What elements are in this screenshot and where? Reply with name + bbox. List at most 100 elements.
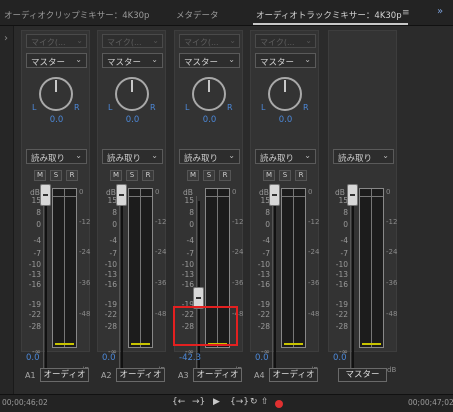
active-tab-indicator — [253, 23, 408, 25]
meter-scale-tick: 0 — [79, 188, 84, 196]
master-level-meter — [359, 188, 384, 348]
chevron-down-icon: ⌄ — [305, 36, 312, 45]
fader-scale-tick: 0 — [343, 220, 348, 229]
input-select[interactable]: マイク(... ⌄ — [255, 34, 316, 48]
pan-knob[interactable] — [268, 77, 302, 111]
track-id: A4 — [254, 371, 265, 380]
meter-scale-tick: -12 — [308, 218, 320, 226]
volume-value[interactable]: 0.0 — [255, 353, 269, 363]
fader-scale-tick: -4 — [33, 236, 41, 245]
current-timecode[interactable]: 00;00;46;02 — [2, 398, 48, 407]
volume-value[interactable]: 0.0 — [26, 353, 40, 363]
meter-scale-tick: -48 — [386, 310, 398, 318]
meter-scale-tick: 0 — [155, 188, 160, 196]
solo-button[interactable]: S — [50, 170, 62, 181]
track-name[interactable]: オーディオ — [116, 368, 165, 382]
pan-knob[interactable] — [39, 77, 73, 111]
volume-fader[interactable] — [40, 184, 51, 206]
mute-button[interactable]: M — [34, 170, 46, 181]
record-enable-button[interactable]: R — [66, 170, 78, 181]
meter-scale: 0 -12 -24 -36 -48 — [155, 188, 169, 364]
solo-button[interactable]: S — [126, 170, 138, 181]
channel-strip: マイク(... ⌄ マスター ⌄ L R 0.0 読み取り ⌄ M S R dB 15… — [250, 30, 320, 382]
export-icon[interactable]: ⇧ — [261, 397, 269, 407]
record-enable-button[interactable]: R — [219, 170, 231, 181]
automation-select[interactable]: 読み取り ⌄ — [179, 149, 240, 164]
volume-fader[interactable] — [116, 184, 127, 206]
pan-left-label: L — [32, 103, 37, 112]
output-select[interactable]: マスター ⌄ — [102, 53, 163, 68]
output-select[interactable]: マスター ⌄ — [179, 53, 240, 68]
meter-scale-tick: 0 — [386, 188, 391, 196]
fader-scale-tick: 8 — [189, 208, 194, 217]
record-enable-button[interactable]: R — [142, 170, 154, 181]
volume-fader[interactable] — [269, 184, 280, 206]
level-meter — [281, 188, 306, 348]
meter-scale-tick: -48 — [155, 310, 167, 318]
solo-button[interactable]: S — [203, 170, 215, 181]
output-select[interactable]: マスター ⌄ — [255, 53, 316, 68]
solo-button[interactable]: S — [279, 170, 291, 181]
master-track-name[interactable]: マスター — [338, 368, 387, 382]
pan-right-label: R — [74, 103, 80, 112]
mute-button[interactable]: M — [110, 170, 122, 181]
tab-audio-clip-mixer[interactable]: オーディオクリップミキサー：4K30p — [4, 9, 149, 21]
tab-audio-track-mixer[interactable]: オーディオトラックミキサー：4K30p — [256, 9, 402, 21]
mute-button[interactable]: M — [187, 170, 199, 181]
master-automation-select[interactable]: 読み取り ⌄ — [333, 149, 394, 164]
automation-select[interactable]: 読み取り ⌄ — [26, 149, 87, 164]
panel-tab-bar: オーディオクリップミキサー：4K30p メタデータ オーディオトラックミキサー：… — [0, 0, 453, 26]
go-to-in-button[interactable]: {← — [172, 397, 185, 407]
fader-scale-tick: 8 — [265, 208, 270, 217]
loop-button[interactable]: ↻ — [250, 397, 258, 407]
tab-metadata[interactable]: メタデータ — [176, 9, 219, 21]
master-volume-value[interactable]: 0.0 — [333, 353, 347, 363]
fader-scale-tick: -7 — [340, 249, 348, 258]
automation-select[interactable]: 読み取り ⌄ — [102, 149, 163, 164]
input-select[interactable]: マイク(... ⌄ — [26, 34, 87, 48]
fader-scale-tick: -22 — [335, 310, 348, 319]
meter-scale-tick: -48 — [308, 310, 320, 318]
master-volume-fader[interactable] — [347, 184, 358, 206]
automation-label: 読み取り — [107, 154, 142, 164]
track-name[interactable]: オーディオ — [193, 368, 242, 382]
expand-panels-icon[interactable]: » — [437, 6, 443, 17]
mute-button[interactable]: M — [263, 170, 275, 181]
fader-scale-tick: -10 — [335, 260, 348, 269]
play-in-to-out-button[interactable]: {→} — [230, 397, 249, 407]
fader-scale: 15 8 0 -4 -7 -10 -13 -16 -19 -22 -28 -∞ — [255, 196, 271, 372]
pan-value[interactable]: 0.0 — [251, 115, 320, 125]
pan-value[interactable]: 0.0 — [98, 115, 167, 125]
volume-value[interactable]: -42.3 — [179, 353, 201, 363]
input-label: マイク(... — [107, 38, 142, 47]
go-to-out-button[interactable]: →} — [192, 397, 205, 407]
output-select[interactable]: マスター ⌄ — [26, 53, 87, 68]
pan-value[interactable]: 0.0 — [22, 115, 91, 125]
chevron-down-icon: ⌄ — [151, 151, 158, 160]
chevron-down-icon: ⌄ — [75, 151, 82, 160]
input-select[interactable]: マイク(... ⌄ — [102, 34, 163, 48]
automation-select[interactable]: 読み取り ⌄ — [255, 149, 316, 164]
pan-value[interactable]: 0.0 — [175, 115, 244, 125]
input-select[interactable]: マイク(... ⌄ — [179, 34, 240, 48]
pan-knob[interactable] — [115, 77, 149, 111]
show-effects-toggle-icon[interactable]: › — [4, 33, 8, 44]
fader-scale-tick: -16 — [257, 280, 270, 289]
record-enable-button[interactable]: R — [295, 170, 307, 181]
fader-scale-tick: -10 — [104, 260, 117, 269]
level-meter — [52, 188, 77, 348]
chevron-down-icon: ⌄ — [382, 151, 389, 160]
track-name[interactable]: オーディオ — [40, 368, 89, 382]
fader-scale-tick: -22 — [257, 310, 270, 319]
pan-knob[interactable] — [192, 77, 226, 111]
volume-value[interactable]: 0.0 — [102, 353, 116, 363]
pan-right-label: R — [227, 103, 233, 112]
track-name[interactable]: オーディオ — [269, 368, 318, 382]
fader-scale-tick: -19 — [257, 300, 270, 309]
play-button[interactable]: ▶ — [213, 397, 220, 407]
meter-scale-tick: -36 — [386, 279, 398, 287]
record-button[interactable] — [275, 400, 283, 408]
fader-scale-tick: -28 — [104, 322, 117, 331]
panel-menu-icon[interactable]: ≡ — [402, 8, 410, 18]
fader-scale-tick: -22 — [104, 310, 117, 319]
